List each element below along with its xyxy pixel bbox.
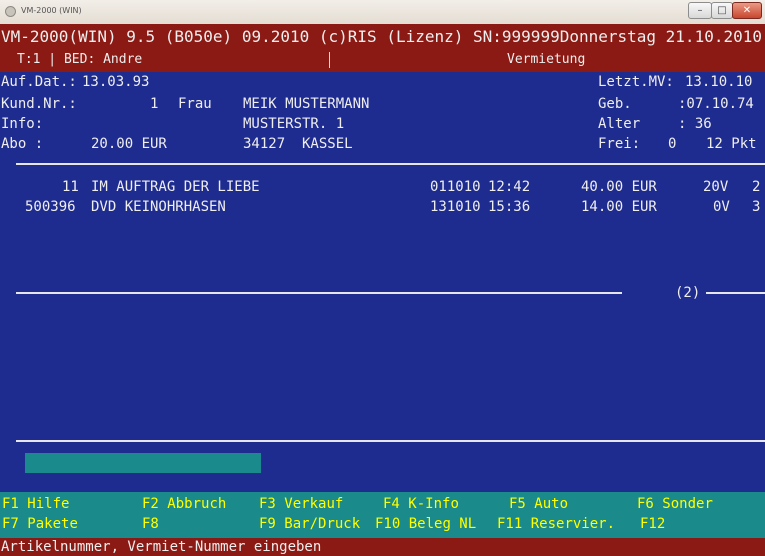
f1-action-label: Hilfe (27, 496, 70, 512)
f11-reservier-key[interactable]: F11 Reservier. (497, 516, 615, 532)
f4-kinfo-key[interactable]: F4 K-Info (383, 496, 459, 512)
status-message: Artikelnummer, Vermiet-Nummer eingeben (1, 539, 322, 555)
f6-action-label: Sonder (662, 496, 713, 512)
abo-label: Abo : (1, 136, 44, 152)
rental-time: 12:42 (488, 179, 531, 195)
app-window: VM-2000 (WIN) – □ ✕ VM-2000(WIN) 9.5 (B0… (0, 0, 765, 556)
rental-time: 15:36 (488, 199, 531, 215)
f3-action-label: Verkauf (284, 496, 344, 512)
header-bar: VM-2000(WIN) 9.5 (B050e) 09.2010 (c)RIS … (0, 24, 765, 72)
f10-action-label: Beleg NL (408, 516, 477, 532)
f4-action-label: K-Info (408, 496, 459, 512)
f12-key-label: F12 (640, 516, 666, 532)
f11-action-label: Reservier. (530, 516, 616, 532)
f10-key-label: F10 (375, 516, 401, 532)
divider-middle (16, 292, 622, 294)
f2-action-label: Abbruch (167, 496, 227, 512)
f7-pakete-key[interactable]: F7 Pakete (2, 516, 78, 532)
mode-label: Vermietung (507, 52, 586, 67)
rental-price: 14.00 EUR (581, 199, 657, 215)
rental-flag: 0V (713, 199, 730, 215)
f5-action-label: Auto (534, 496, 569, 512)
auf-dat-value: 13.03.93 (82, 74, 150, 90)
f3-key-label: F3 (259, 496, 276, 512)
f7-action-label: Pakete (27, 516, 78, 532)
geb-value: :07.10.74 (678, 96, 754, 112)
rental-date: 011010 (430, 179, 481, 195)
rental-title: DVD KEINOHRHASEN (91, 199, 226, 215)
rental-date: 131010 (430, 199, 481, 215)
alter-label: Alter (598, 116, 641, 132)
customer-street: MUSTERSTR. 1 (243, 116, 345, 132)
rental-number: 2 (752, 179, 761, 195)
f1-key-label: F1 (2, 496, 19, 512)
status-bar: Artikelnummer, Vermiet-Nummer eingeben (0, 538, 765, 556)
letzt-mv-value: 13.10.10 (685, 74, 753, 90)
divider-middle-right (706, 292, 765, 294)
terminal-user: T:1 | BED: Andre (17, 52, 143, 67)
rental-id: 500396 (25, 199, 76, 215)
divider-bottom (16, 440, 765, 442)
f5-key-label: F5 (509, 496, 526, 512)
close-button[interactable]: ✕ (732, 2, 762, 19)
item-count: (2) (675, 285, 701, 301)
kund-nr-label: Kund.Nr.: (1, 96, 77, 112)
frei-value: 0 (668, 136, 677, 152)
app-icon (5, 6, 16, 17)
f11-key-label: F11 (497, 516, 523, 532)
f9-bar-druck-key[interactable]: F9 Bar/Druck (259, 516, 360, 532)
rental-title: IM AUFTRAG DER LIEBE (91, 179, 260, 195)
f7-key-label: F7 (2, 516, 19, 532)
alter-value: : 36 (678, 116, 712, 132)
article-input-field[interactable] (25, 453, 261, 473)
rental-flag: 20V (703, 179, 729, 195)
geb-label: Geb. (598, 96, 632, 112)
f10-beleg-nl-key[interactable]: F10 Beleg NL (375, 516, 476, 532)
customer-name: MEIK MUSTERMANN (243, 96, 370, 112)
punkte-value: 12 Pkt (706, 136, 757, 152)
anrede: Frau (178, 96, 212, 112)
f9-action-label: Bar/Druck (284, 516, 361, 532)
version-line: VM-2000(WIN) 9.5 (B050e) 09.2010 (c)RIS … (1, 27, 762, 46)
f6-sonder-key[interactable]: F6 Sonder (637, 496, 713, 512)
rental-id: 11 (62, 179, 79, 195)
letzt-mv-label: Letzt.MV: (598, 74, 674, 90)
f3-verkauf-key[interactable]: F3 Verkauf (259, 496, 343, 512)
f1-hilfe-key[interactable]: F1 Hilfe (2, 496, 69, 512)
f8-key-label: F8 (142, 516, 159, 532)
auf-dat-label: Auf.Dat.: (1, 74, 77, 90)
function-key-bar: F1 Hilfe F2 Abbruch F3 Verkauf F4 K-Info… (0, 492, 765, 538)
f2-key-label: F2 (142, 496, 159, 512)
rental-number: 3 (752, 199, 761, 215)
customer-city: 34127 KASSEL (243, 136, 353, 152)
f4-key-label: F4 (383, 496, 400, 512)
f5-auto-key[interactable]: F5 Auto (509, 496, 568, 512)
maximize-button[interactable]: □ (711, 2, 733, 19)
header-divider (329, 52, 330, 68)
f12-key[interactable]: F12 (640, 516, 674, 532)
f9-key-label: F9 (259, 516, 276, 532)
title-bar[interactable]: VM-2000 (WIN) – □ ✕ (0, 0, 765, 25)
info-label: Info: (1, 116, 44, 132)
kund-nr-value: 1 (150, 96, 159, 112)
window-title: VM-2000 (WIN) (21, 6, 82, 15)
frei-label: Frei: (598, 136, 641, 152)
f2-abbruch-key[interactable]: F2 Abbruch (142, 496, 226, 512)
minimize-button[interactable]: – (688, 2, 712, 19)
f6-key-label: F6 (637, 496, 654, 512)
divider-top (16, 163, 765, 165)
abo-value: 20.00 EUR (91, 136, 167, 152)
f8-key[interactable]: F8 (142, 516, 167, 532)
rental-price: 40.00 EUR (581, 179, 657, 195)
